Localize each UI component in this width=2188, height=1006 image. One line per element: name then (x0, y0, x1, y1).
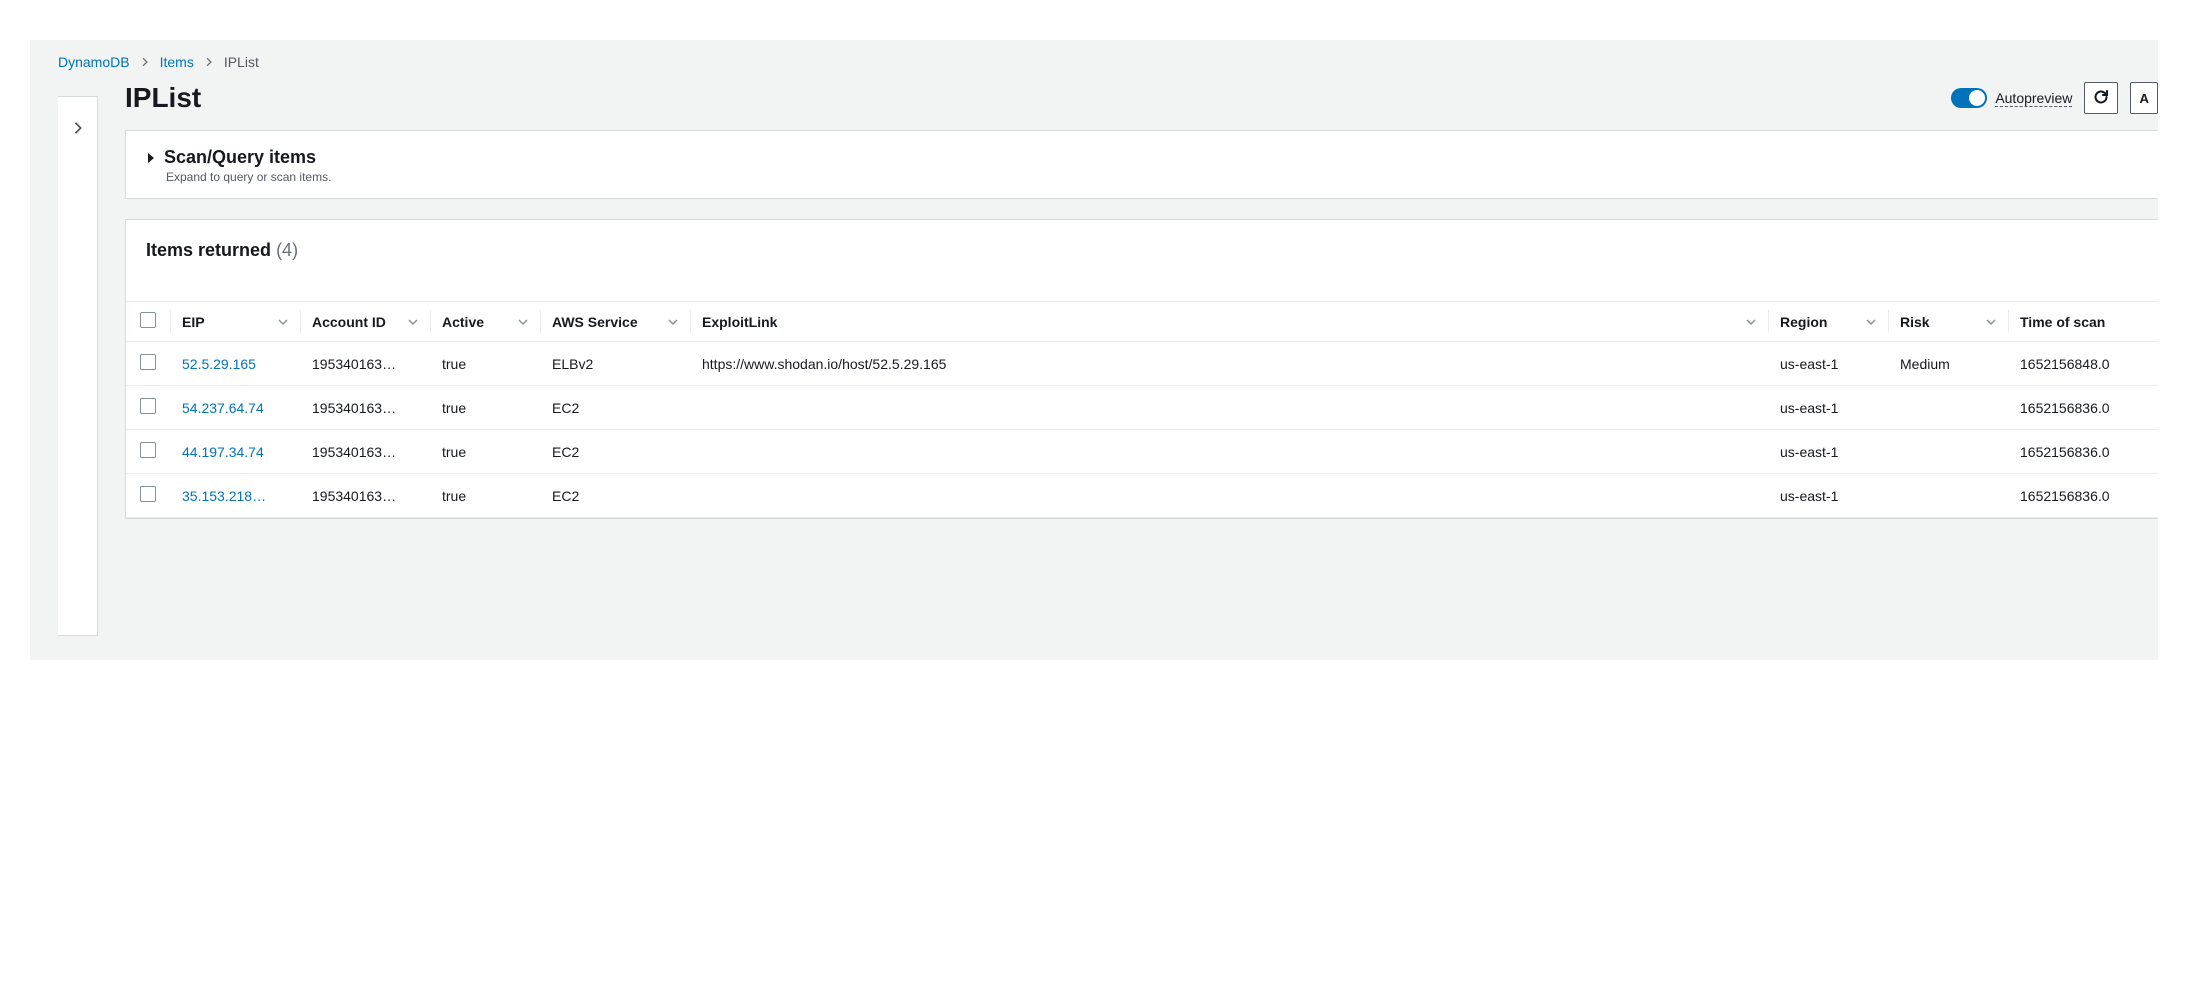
expand-sidebar-tab[interactable] (58, 96, 98, 636)
row-checkbox[interactable] (140, 486, 156, 502)
cell-aws-service: EC2 (540, 430, 690, 474)
column-header-active[interactable]: Active (430, 302, 540, 342)
cell-active: true (430, 386, 540, 430)
items-returned-panel: Items returned (4) EIP (125, 219, 2158, 519)
chevron-right-icon (140, 57, 150, 67)
eip-link[interactable]: 44.197.34.74 (182, 444, 264, 460)
table-row: 54.237.64.74 195340163…trueEC2 us-east-1 16… (126, 386, 2158, 430)
cell-account-id: 195340163… (300, 474, 430, 518)
cell-active: true (430, 474, 540, 518)
sort-icon (1866, 317, 1876, 327)
cell-risk (1888, 386, 2008, 430)
cell-time-of-scan: 1652156848.0 (2008, 342, 2158, 386)
column-header-exploit-link[interactable]: ExploitLink (690, 302, 1768, 342)
chevron-right-icon (71, 121, 85, 138)
cell-account-id: 195340163… (300, 430, 430, 474)
cell-exploit-link (690, 474, 1768, 518)
toggle-switch-icon (1951, 88, 1987, 108)
cell-account-id: 195340163… (300, 342, 430, 386)
cell-exploit-link: https://www.shodan.io/host/52.5.29.165 (690, 342, 1768, 386)
items-returned-count: (4) (276, 240, 298, 260)
scan-query-expand[interactable]: Scan/Query items (146, 147, 2138, 168)
cell-time-of-scan: 1652156836.0 (2008, 474, 2158, 518)
column-header-eip[interactable]: EIP (170, 302, 300, 342)
table-row: 52.5.29.165 195340163…trueELBv2https://ww… (126, 342, 2158, 386)
table-row: 44.197.34.74 195340163…trueEC2 us-east-1 16… (126, 430, 2158, 474)
cell-aws-service: EC2 (540, 386, 690, 430)
row-checkbox[interactable] (140, 354, 156, 370)
cell-region: us-east-1 (1768, 386, 1888, 430)
caret-right-icon (146, 147, 156, 168)
items-table: EIP Account ID Active (126, 301, 2158, 518)
scan-query-subtitle: Expand to query or scan items. (166, 170, 2138, 184)
row-checkbox[interactable] (140, 442, 156, 458)
column-header-account-id[interactable]: Account ID (300, 302, 430, 342)
eip-link[interactable]: 54.237.64.74 (182, 400, 264, 416)
cell-region: us-east-1 (1768, 474, 1888, 518)
cell-exploit-link (690, 386, 1768, 430)
sort-icon (1746, 317, 1756, 327)
scan-query-panel: Scan/Query items Expand to query or scan… (125, 130, 2158, 199)
refresh-icon (2093, 89, 2109, 108)
cell-active: true (430, 342, 540, 386)
column-header-region[interactable]: Region (1768, 302, 1888, 342)
items-returned-label: Items returned (146, 240, 271, 260)
cell-time-of-scan: 1652156836.0 (2008, 430, 2158, 474)
sort-icon (518, 317, 528, 327)
column-header-risk[interactable]: Risk (1888, 302, 2008, 342)
eip-link[interactable]: 35.153.218… (182, 488, 266, 504)
autopreview-toggle[interactable]: Autopreview (1951, 88, 2072, 108)
column-header-aws-service[interactable]: AWS Service (540, 302, 690, 342)
cell-risk (1888, 430, 2008, 474)
cell-risk (1888, 474, 2008, 518)
cell-aws-service: ELBv2 (540, 342, 690, 386)
sort-icon (1986, 317, 1996, 327)
cell-active: true (430, 430, 540, 474)
page-title: IPList (125, 82, 201, 114)
scan-query-title: Scan/Query items (164, 147, 316, 168)
autopreview-label: Autopreview (1995, 90, 2072, 107)
select-all-checkbox[interactable] (140, 312, 156, 328)
actions-button[interactable]: A (2130, 82, 2158, 114)
breadcrumb-link-dynamodb[interactable]: DynamoDB (58, 54, 130, 70)
cell-account-id: 195340163… (300, 386, 430, 430)
breadcrumb-link-items[interactable]: Items (160, 54, 194, 70)
sort-icon (668, 317, 678, 327)
column-header-time-of-scan[interactable]: Time of scan (2008, 302, 2158, 342)
table-row: 35.153.218… 195340163…trueEC2 us-east-1 165… (126, 474, 2158, 518)
cell-exploit-link (690, 430, 1768, 474)
breadcrumb-current: IPList (224, 54, 259, 70)
sort-icon (278, 317, 288, 327)
refresh-button[interactable] (2084, 82, 2118, 114)
breadcrumb: DynamoDB Items IPList (30, 40, 2158, 70)
cell-risk: Medium (1888, 342, 2008, 386)
row-checkbox[interactable] (140, 398, 156, 414)
eip-link[interactable]: 52.5.29.165 (182, 356, 256, 372)
cell-region: us-east-1 (1768, 342, 1888, 386)
cell-aws-service: EC2 (540, 474, 690, 518)
cell-region: us-east-1 (1768, 430, 1888, 474)
chevron-right-icon (204, 57, 214, 67)
sort-icon (408, 317, 418, 327)
cell-time-of-scan: 1652156836.0 (2008, 386, 2158, 430)
